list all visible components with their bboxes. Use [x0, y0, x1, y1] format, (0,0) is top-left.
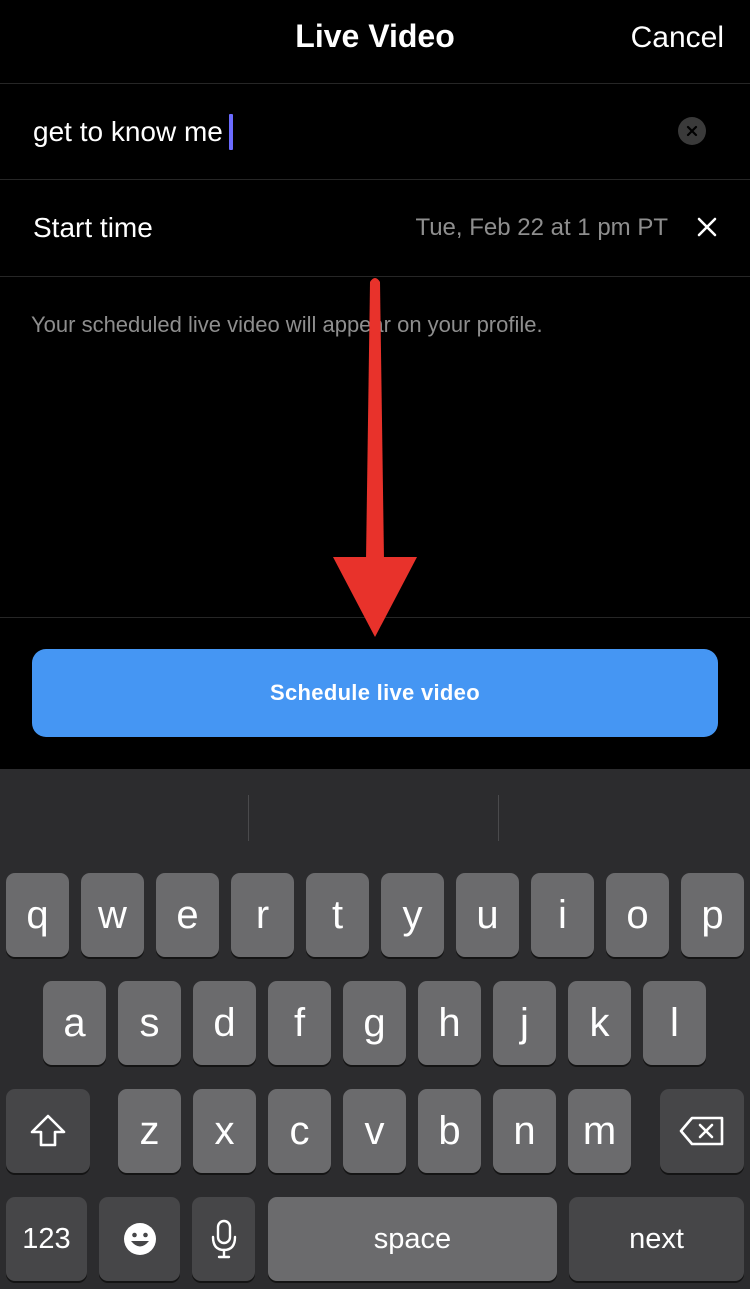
key-e[interactable]: e — [156, 873, 219, 957]
suggestion-divider — [498, 795, 499, 841]
title-input-value: get to know me — [33, 116, 223, 147]
key-g[interactable]: g — [343, 981, 406, 1065]
key-v[interactable]: v — [343, 1089, 406, 1173]
shift-key[interactable] — [6, 1089, 90, 1173]
text-caret — [228, 114, 233, 150]
key-c[interactable]: c — [268, 1089, 331, 1173]
key-h[interactable]: h — [418, 981, 481, 1065]
clear-icon — [686, 125, 698, 137]
divider — [0, 617, 750, 618]
key-z[interactable]: z — [118, 1089, 181, 1173]
cancel-button[interactable]: Cancel — [631, 21, 724, 55]
keyboard: q w e r t y u i o p a s d f g h j k l z … — [0, 769, 750, 1289]
header: Live Video Cancel — [0, 0, 750, 84]
key-r[interactable]: r — [231, 873, 294, 957]
key-l[interactable]: l — [643, 981, 706, 1065]
suggestion-divider — [248, 795, 249, 841]
key-p[interactable]: p — [681, 873, 744, 957]
live-video-schedule-screen: Live Video Cancel get to know me Start t… — [0, 0, 750, 1289]
key-t[interactable]: t — [306, 873, 369, 957]
clear-text-button[interactable] — [678, 117, 706, 145]
emoji-icon — [123, 1223, 156, 1255]
microphone-icon — [211, 1219, 236, 1259]
space-key[interactable]: space — [268, 1197, 557, 1281]
key-n[interactable]: n — [493, 1089, 556, 1173]
key-m[interactable]: m — [568, 1089, 631, 1173]
key-u[interactable]: u — [456, 873, 519, 957]
close-icon[interactable] — [696, 216, 718, 238]
next-key[interactable]: next — [569, 1197, 744, 1281]
key-b[interactable]: b — [418, 1089, 481, 1173]
dictation-key[interactable] — [192, 1197, 255, 1281]
key-a[interactable]: a — [43, 981, 106, 1065]
start-time-value[interactable]: Tue, Feb 22 at 1 pm PT — [415, 214, 668, 242]
numbers-key[interactable]: 123 — [6, 1197, 87, 1281]
key-q[interactable]: q — [6, 873, 69, 957]
start-time-row[interactable]: Start time Tue, Feb 22 at 1 pm PT — [0, 180, 750, 277]
backspace-icon — [679, 1116, 724, 1146]
title-row: get to know me — [0, 84, 750, 180]
shift-icon — [30, 1114, 66, 1147]
key-w[interactable]: w — [81, 873, 144, 957]
key-i[interactable]: i — [531, 873, 594, 957]
key-y[interactable]: y — [381, 873, 444, 957]
key-d[interactable]: d — [193, 981, 256, 1065]
key-f[interactable]: f — [268, 981, 331, 1065]
key-k[interactable]: k — [568, 981, 631, 1065]
emoji-key[interactable] — [99, 1197, 180, 1281]
backspace-key[interactable] — [660, 1089, 744, 1173]
key-j[interactable]: j — [493, 981, 556, 1065]
title-input[interactable]: get to know me — [33, 114, 233, 150]
key-o[interactable]: o — [606, 873, 669, 957]
schedule-live-video-button[interactable]: Schedule live video — [32, 649, 718, 737]
key-s[interactable]: s — [118, 981, 181, 1065]
start-time-label: Start time — [33, 212, 153, 243]
arrow-head — [333, 557, 417, 637]
helper-text: Your scheduled live video will appear on… — [31, 312, 543, 337]
key-x[interactable]: x — [193, 1089, 256, 1173]
